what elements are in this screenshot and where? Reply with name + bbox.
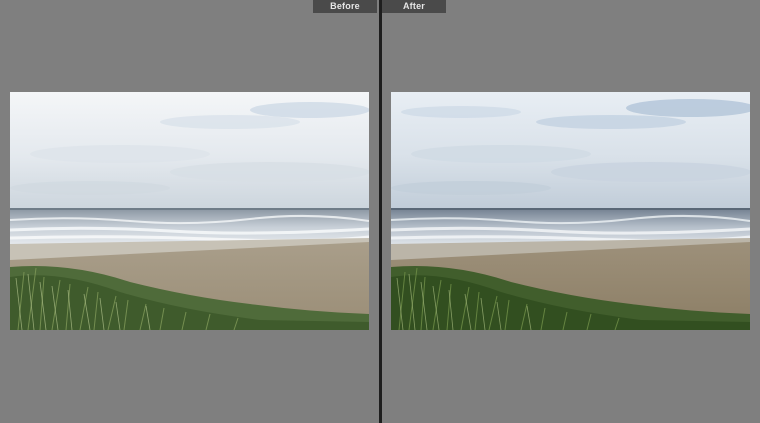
before-pane: Before	[0, 0, 379, 423]
after-label: After	[382, 0, 446, 13]
after-pane: After	[382, 0, 760, 423]
after-photo-image	[391, 92, 750, 330]
after-photo[interactable]	[391, 92, 750, 330]
before-photo[interactable]	[10, 92, 369, 330]
before-photo-image	[10, 92, 369, 330]
before-after-compare-view: Before After	[0, 0, 760, 423]
before-label: Before	[313, 0, 377, 13]
